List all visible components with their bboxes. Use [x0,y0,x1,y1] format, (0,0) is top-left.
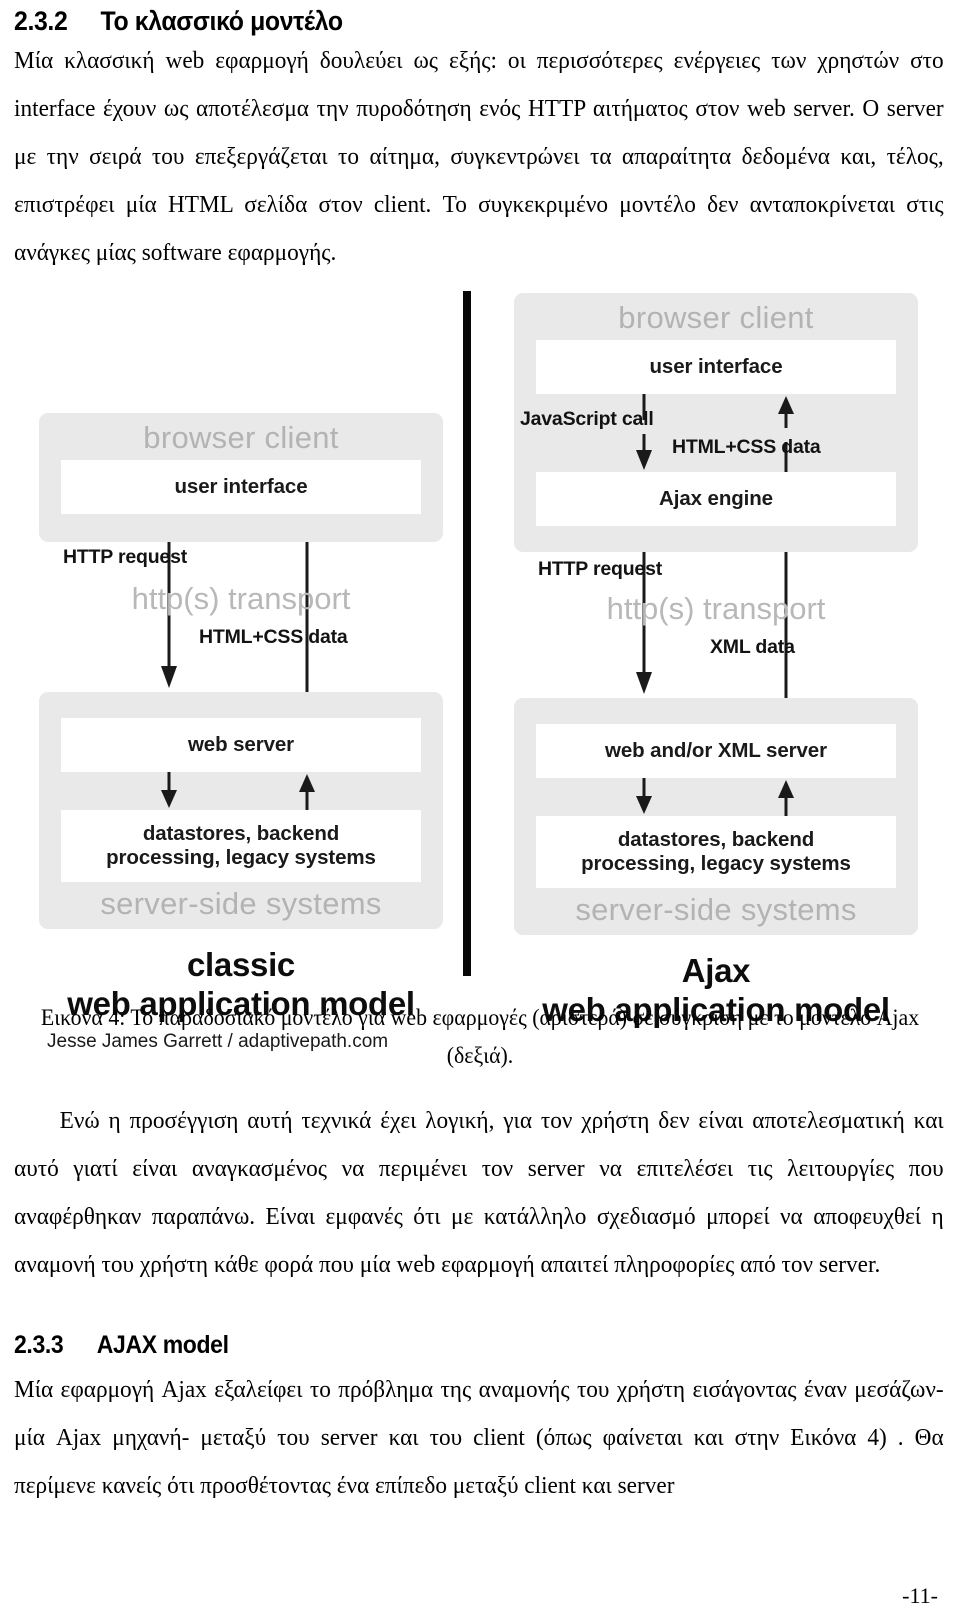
classic-user-interface-box: user interface [61,460,421,514]
classic-html-css-data-label: HTML+CSS data [199,626,348,648]
section-heading-232: 2.3.2 Το κλασσικό μοντέλο [14,0,871,37]
page-number: -11- [902,1583,938,1608]
ajax-server-inner-arrows [636,778,794,816]
classic-transport-label: http(s) transport [131,581,351,616]
ajax-inner-flow-arrows [636,394,794,472]
ajax-datastores-box: datastores, backend processing, legacy s… [536,816,896,888]
classic-user-interface-label: user interface [174,475,308,498]
classic-server-inner-arrows [161,772,315,810]
ajax-model-caption-line1: Ajax [681,952,751,989]
figure-ajax-vs-classic: browser client user interface HTTP reque… [14,291,946,1052]
ajax-javascript-call-label: JavaScript call [520,408,654,430]
ajax-xml-server-label: web and/or XML server [605,739,827,762]
classic-server-side-label: server-side systems [100,886,382,921]
classic-browser-client-group: browser client user interface [39,413,443,542]
classic-datastores-label: datastores, backend processing, legacy s… [106,822,376,870]
ajax-datastores-line1: datastores, backend [617,828,815,851]
ajax-user-interface-box: user interface [536,340,896,394]
ajax-server-side-label: server-side systems [575,892,857,927]
paragraph-ajax-model: Μία εφαρμογή Ajax εξαλείφει το πρόβλημα … [14,1376,944,1499]
classic-web-server-label: web server [187,733,295,756]
ajax-datastores-label: datastores, backend processing, legacy s… [581,828,851,876]
section-title-233: AJAX model [96,1331,229,1359]
paragraph-after-figure: Ενώ η προσέγγιση αυτή τεχνικά έχει λογικ… [14,1107,944,1278]
classic-server-inner-arrows-zone [39,772,443,810]
ajax-engine-label: Ajax engine [659,487,773,510]
section-number: 2.3.2 [14,6,68,36]
classic-web-application-model: browser client user interface HTTP reque… [39,413,443,1053]
section-title: Το κλασσικό μοντέλο [100,6,343,36]
ajax-server-inner-arrows-zone [514,778,918,816]
classic-datastores-box: datastores, backend processing, legacy s… [61,810,421,882]
ajax-transport-zone: HTTP request http(s) transport XML data [514,552,918,698]
document-page: 2.3.2 Το κλασσικό μοντέλο Μία κλασσική w… [0,0,960,1623]
paragraph-classic-model: Μία κλασσική web εφαρμογή δουλεύει ως εξ… [14,47,944,266]
classic-http-request-label: HTTP request [63,546,188,568]
ajax-browser-client-group: browser client user interface JavaScript… [514,293,918,552]
classic-transport-zone: HTTP request http(s) transport HTML+CSS … [39,542,443,692]
ajax-engine-box: Ajax engine [536,472,896,526]
ajax-inner-flow-zone: JavaScript call HTML+CSS data [514,394,918,472]
classic-model-caption-line1: classic [186,946,295,983]
ajax-xml-data-label: XML data [710,636,795,658]
ajax-browser-client-label: browser client [618,300,814,335]
classic-browser-client-label: browser client [143,420,339,455]
ajax-transport-label: http(s) transport [606,591,826,626]
section-heading-233: 2.3.3 AJAX model [14,1331,871,1360]
ajax-user-interface-label: user interface [649,355,783,378]
ajax-http-request-label: HTTP request [538,558,663,580]
classic-datastores-line2: processing, legacy systems [106,846,376,869]
section-number-233: 2.3.3 [14,1331,64,1359]
ajax-datastores-line2: processing, legacy systems [581,852,851,875]
ajax-html-css-data-label: HTML+CSS data [672,436,821,458]
classic-web-server-box: web server [61,718,421,772]
ajax-server-side-group: web and/or XML server datastores, backen… [514,698,918,935]
classic-server-side-group: web server datastores, backend processin… [39,692,443,929]
ajax-web-application-model: browser client user interface JavaScript… [514,293,918,1029]
classic-datastores-line1: datastores, backend [142,822,340,845]
ajax-xml-server-box: web and/or XML server [536,724,896,778]
figure-caption: Εικόνα 4: Το παραδοσιακό μοντέλο για web… [40,1005,920,1068]
figure-divider [463,291,471,976]
